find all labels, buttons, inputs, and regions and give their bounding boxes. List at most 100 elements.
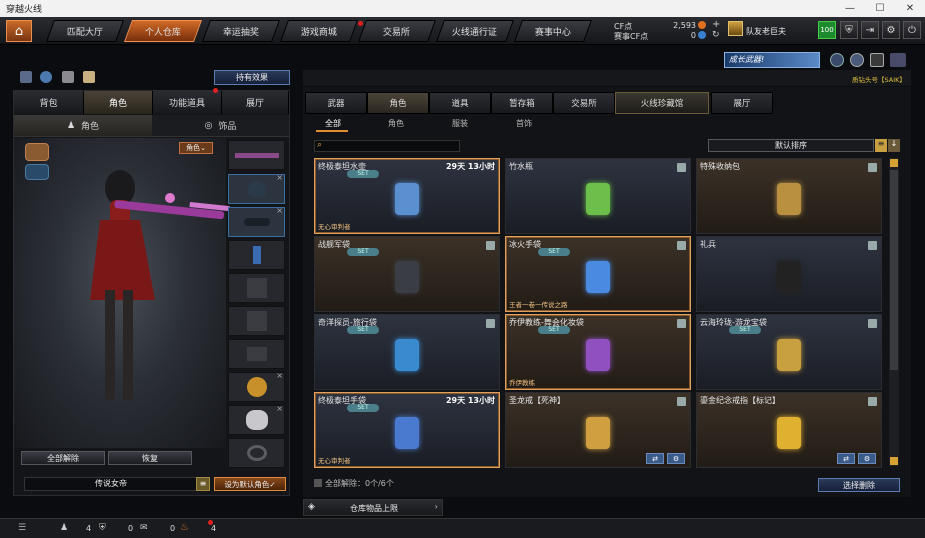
filter-role[interactable]: 角色 xyxy=(388,118,404,132)
item-card[interactable]: 冰火手袋 SET 王者一卷一传说之路 xyxy=(505,236,691,312)
tab-bag[interactable]: 背包 xyxy=(14,91,84,114)
home-icon[interactable]: ⌂ xyxy=(6,20,32,42)
tab-weapons[interactable]: 武器 xyxy=(305,92,367,114)
badge-icon-1[interactable] xyxy=(830,53,844,67)
item-card[interactable]: 终极泰坦水壶 29天 13小时 SET 无心审判者 xyxy=(314,158,500,234)
badge-icon-3[interactable] xyxy=(870,53,884,67)
power-icon[interactable]: ⏻ xyxy=(903,21,921,39)
swap-icon[interactable]: ⇄ xyxy=(837,453,855,464)
item-card[interactable]: 奇洋探员-旅行袋 SET xyxy=(314,314,500,390)
item-card[interactable]: 圣龙戒【死神】 ⇄ ⚙ xyxy=(505,392,691,468)
scrollbar[interactable] xyxy=(889,158,899,466)
filter-clothing[interactable]: 服装 xyxy=(452,118,468,132)
slot-bag[interactable] xyxy=(228,339,285,369)
slot-vest[interactable] xyxy=(228,306,285,336)
slot-pin[interactable]: × xyxy=(228,404,285,435)
capacity-bar[interactable]: ◈ 仓库物品上限 › xyxy=(303,499,443,516)
search-input[interactable]: ⌕ xyxy=(314,140,460,152)
gear-icon[interactable]: ⚙ xyxy=(667,453,685,464)
item-card[interactable]: 礼兵 xyxy=(696,236,882,312)
person-icon[interactable] xyxy=(62,71,74,83)
item-card[interactable]: 云海玲珑-游龙宝袋 SET xyxy=(696,314,882,390)
subtab-role[interactable]: ♟ 角色 xyxy=(14,115,152,137)
remove-icon[interactable]: × xyxy=(276,404,283,413)
tab-events[interactable]: 赛事中心 xyxy=(513,20,593,42)
friends-icon[interactable]: ♟ xyxy=(60,523,68,533)
tab-lobby[interactable]: 匹配大厅 xyxy=(45,20,125,42)
set-default-button[interactable]: 设为默认角色 ✓ xyxy=(214,477,286,491)
item-name: 战舰军袋 xyxy=(318,240,350,249)
slot-head[interactable]: × xyxy=(228,173,285,204)
scroll-up-icon[interactable] xyxy=(890,159,898,167)
tab-items[interactable]: 道具 xyxy=(429,92,491,114)
slot-face[interactable]: × xyxy=(228,206,285,237)
item-image-icon xyxy=(576,255,620,299)
shield-icon[interactable]: ⛨ xyxy=(840,21,858,39)
mask-icon[interactable] xyxy=(25,164,49,180)
add-icon[interactable]: + xyxy=(712,19,720,30)
minimize-button[interactable]: — xyxy=(835,0,865,17)
badge-icon-4[interactable] xyxy=(890,53,906,67)
sort-dropdown[interactable]: 默认排序 xyxy=(708,139,874,152)
tab-warehouse[interactable]: 个人仓库 xyxy=(123,20,203,42)
tab-mall[interactable]: 游戏商城 xyxy=(279,20,359,42)
tab-pass[interactable]: 火线通行证 xyxy=(435,20,515,42)
close-button[interactable]: ✕ xyxy=(895,0,925,17)
exit-icon[interactable]: ⇥ xyxy=(861,21,879,39)
wolf-icon[interactable] xyxy=(25,143,49,161)
tab-roles[interactable]: 角色 xyxy=(367,92,429,114)
item-card[interactable]: 鎏金纪念戒指【标记】 ⇄ ⚙ xyxy=(696,392,882,468)
refresh-icon[interactable]: ↻ xyxy=(712,30,720,40)
tab-showroom[interactable]: 展厅 xyxy=(711,92,773,114)
filter-jewelry[interactable]: 首饰 xyxy=(516,118,532,132)
swap-icon[interactable] xyxy=(40,71,52,83)
tab-storage[interactable]: 暂存箱 xyxy=(491,92,553,114)
scroll-down-icon[interactable] xyxy=(890,457,898,465)
tab-collection[interactable]: 火线珍藏馆 xyxy=(615,92,709,114)
badge-icon-2[interactable] xyxy=(850,53,864,67)
accessory-icon[interactable] xyxy=(83,71,95,83)
scroll-thumb[interactable] xyxy=(890,170,898,370)
cfc-label: 赛事CF点 xyxy=(614,32,649,41)
tab-lottery[interactable]: 幸运抽奖 xyxy=(201,20,281,42)
item-card[interactable]: 战舰军袋 SET xyxy=(314,236,500,312)
unequip-all-button[interactable]: 全部解除 xyxy=(21,451,105,465)
tab-trade[interactable]: 交易所 xyxy=(553,92,615,114)
remove-icon[interactable]: × xyxy=(276,173,283,182)
subtab-accessory[interactable]: ◎ 饰品 xyxy=(152,115,289,137)
tab-hall[interactable]: 展厅 xyxy=(222,91,289,114)
remove-icon[interactable]: × xyxy=(276,206,283,215)
slot-bracelet[interactable] xyxy=(228,438,285,468)
gear-icon[interactable]: ⚙ xyxy=(858,453,876,464)
tab-exchange[interactable]: 交易所 xyxy=(357,20,437,42)
gear-icon[interactable]: ⚙ xyxy=(882,21,900,39)
item-card[interactable]: 特殊收纳包 xyxy=(696,158,882,234)
slot-body[interactable] xyxy=(228,273,285,303)
score-badge[interactable]: 100 xyxy=(818,21,836,39)
swap-icon[interactable]: ⇄ xyxy=(646,453,664,464)
slot-weapon[interactable] xyxy=(228,140,285,170)
growth-weapon-banner[interactable]: 成长武器! xyxy=(724,52,820,68)
tab-function[interactable]: 功能道具 xyxy=(153,91,222,114)
menu-icon[interactable]: ☰ xyxy=(18,523,26,533)
restore-button[interactable]: 恢复 xyxy=(108,451,192,465)
fire-icon[interactable]: ♨ xyxy=(180,522,189,533)
item-card[interactable]: 终极泰坦手袋 29天 13小时 SET 无心审判者 xyxy=(314,392,500,468)
shield-small-icon[interactable]: ⛨ xyxy=(99,523,106,533)
list-view-icon[interactable]: ≡ xyxy=(875,139,887,152)
list-icon[interactable]: ≡ xyxy=(196,477,210,491)
chat-icon[interactable]: ✉ xyxy=(140,523,148,533)
item-card[interactable]: 竹水瓶 xyxy=(505,158,691,234)
role-filter-dropdown[interactable]: 角色 ⌄ xyxy=(179,142,213,154)
effects-button[interactable]: 持有效果 xyxy=(214,70,290,85)
tab-role[interactable]: 角色 xyxy=(84,91,153,114)
remove-icon[interactable]: × xyxy=(276,371,283,380)
slot-ring[interactable]: × xyxy=(228,371,285,402)
select-delete-button[interactable]: 选择删除 xyxy=(818,478,900,492)
maximize-button[interactable]: ☐ xyxy=(865,0,895,17)
slot-radio[interactable] xyxy=(228,240,285,270)
item-image-icon xyxy=(767,411,811,455)
item-card[interactable]: 乔伊教练-舞会化妆袋 SET 乔伊教练 xyxy=(505,314,691,390)
team-icon[interactable] xyxy=(20,71,32,83)
sort-direction-icon[interactable]: ↓ xyxy=(888,139,900,152)
